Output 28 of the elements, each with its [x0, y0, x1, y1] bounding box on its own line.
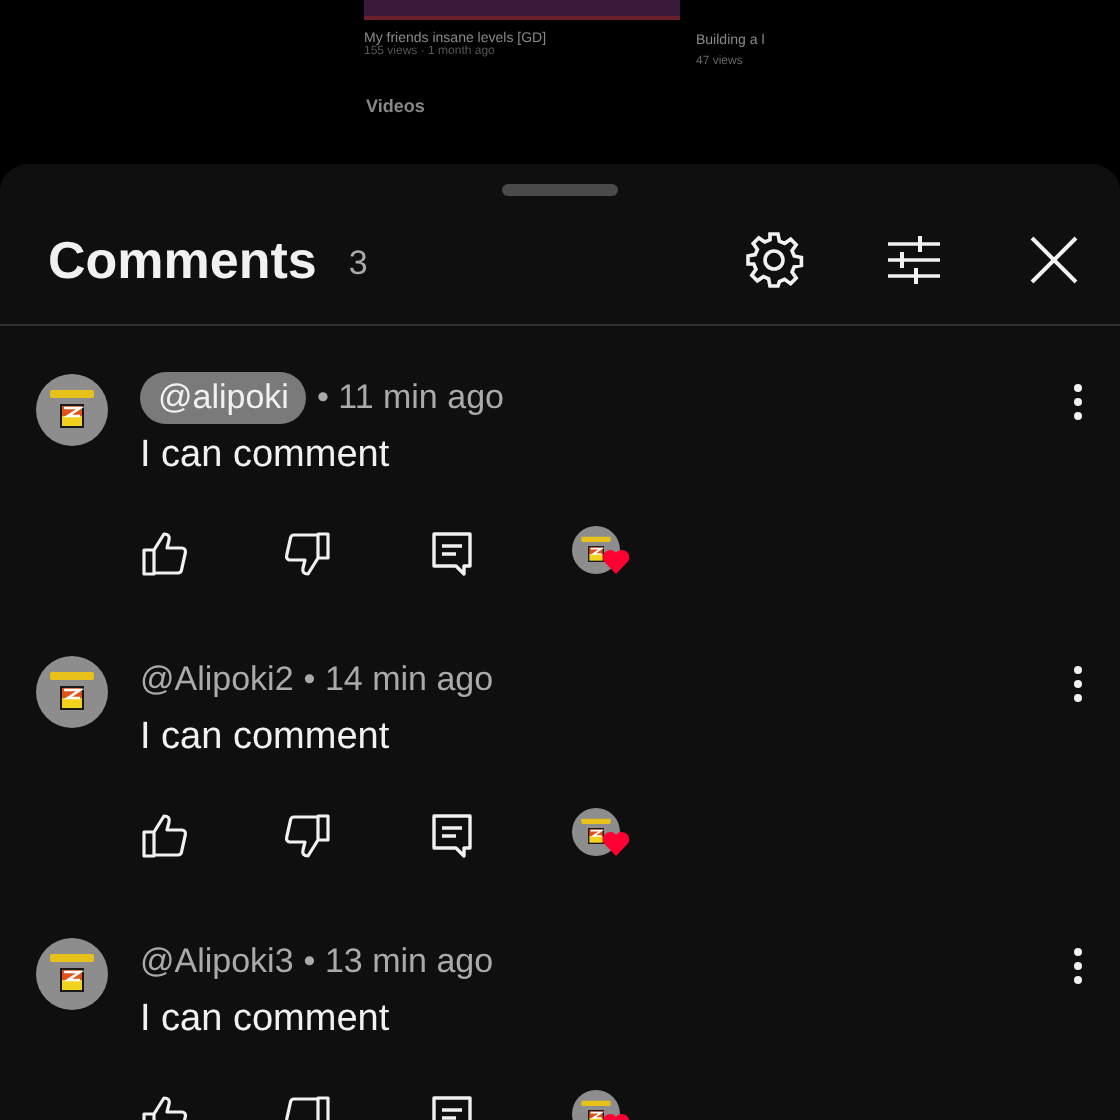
video-thumbnail[interactable] — [364, 0, 680, 20]
sheet-title: Comments — [48, 229, 317, 291]
comment-time: • 13 min ago — [303, 942, 494, 982]
author-name[interactable]: @alipoki — [140, 372, 307, 424]
drag-handle[interactable] — [502, 184, 618, 196]
section-heading: Videos — [364, 96, 427, 116]
comment-count: 3 — [348, 244, 368, 284]
filter-icon[interactable] — [884, 230, 944, 290]
comment-text: I can comment — [140, 434, 392, 478]
comment-time: • 14 min ago — [303, 660, 494, 700]
more-icon[interactable] — [1072, 664, 1084, 704]
settings-icon[interactable] — [744, 230, 804, 290]
author-name[interactable]: @Alipoki2 — [140, 660, 294, 700]
comment-text: I can comment — [140, 998, 392, 1042]
more-icon[interactable] — [1072, 946, 1084, 986]
avatar — [36, 938, 108, 1010]
author-name[interactable]: @Alipoki3 — [140, 942, 294, 982]
avatar — [36, 656, 108, 728]
reply-icon[interactable] — [428, 530, 476, 578]
like-icon[interactable] — [140, 812, 188, 860]
dislike-icon[interactable] — [284, 530, 332, 578]
avatar — [36, 374, 108, 446]
reply-icon[interactable] — [428, 812, 476, 860]
dislike-icon[interactable] — [284, 812, 332, 860]
comment-time: • 11 min ago — [316, 378, 504, 418]
comment-text: I can comment — [140, 716, 392, 760]
like-icon[interactable] — [140, 530, 188, 578]
more-icon[interactable] — [1072, 382, 1084, 422]
